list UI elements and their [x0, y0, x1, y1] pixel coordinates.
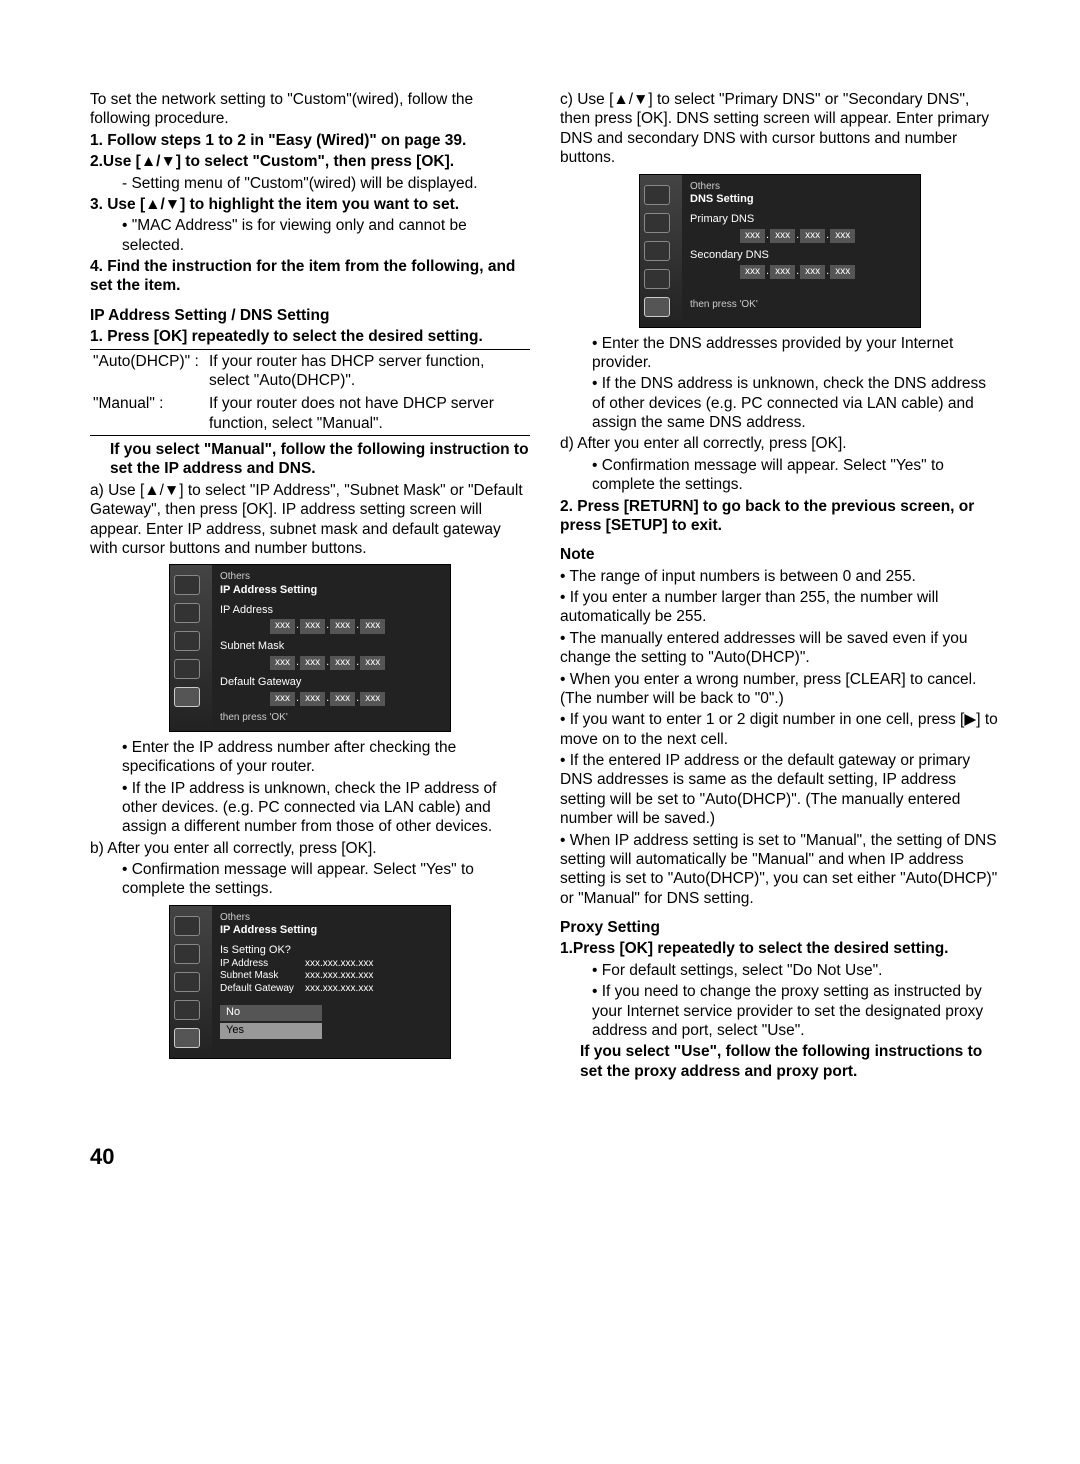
- manual-val: If your router does not have DHCP server…: [206, 392, 530, 435]
- note-item: • If you enter a number larger than 255,…: [560, 588, 1000, 627]
- step-c-bullet-2: • If the DNS address is unknown, check t…: [560, 374, 1000, 432]
- gear-icon: [174, 1028, 200, 1048]
- figure-category: Others: [690, 181, 912, 194]
- figure-title: IP Address Setting: [220, 584, 442, 598]
- sidebar-icon: [644, 213, 670, 233]
- step-a: a) Use [▲/▼] to select "IP Address", "Su…: [90, 481, 530, 559]
- no-option: No: [220, 1005, 322, 1021]
- figure-category: Others: [220, 912, 442, 925]
- note-item: • If you want to enter 1 or 2 digit numb…: [560, 710, 1000, 749]
- figure-ip-address-setting: Others IP Address Setting IP Address xxx…: [169, 564, 451, 732]
- step-b: b) After you enter all correctly, press …: [90, 839, 530, 858]
- proxy-bullet-2: • If you need to change the proxy settin…: [560, 982, 1000, 1040]
- gear-icon: [174, 687, 200, 707]
- sidebar-icon: [644, 185, 670, 205]
- figure-category: Others: [220, 571, 442, 584]
- sidebar-icon: [644, 241, 670, 261]
- sidebar-icon: [174, 972, 200, 992]
- figure-footer: then press 'OK': [690, 299, 912, 312]
- sidebar-icon: [644, 269, 670, 289]
- subnet-mask-field: xxx.xxx.xxx.xxx: [270, 656, 442, 671]
- figure-title: DNS Setting: [690, 193, 912, 207]
- ip-step-1: 1. Press [OK] repeatedly to select the d…: [90, 327, 530, 346]
- sidebar-icon: [174, 916, 200, 936]
- sidebar-icon: [174, 1000, 200, 1020]
- step-a-bullet-2: • If the IP address is unknown, check th…: [90, 779, 530, 837]
- step-b-bullet: • Confirmation message will appear. Sele…: [90, 860, 530, 899]
- sidebar-icon: [174, 659, 200, 679]
- secondary-dns-label: Secondary DNS: [690, 249, 912, 263]
- step-d-bullet: • Confirmation message will appear. Sele…: [560, 456, 1000, 495]
- note-item: • The range of input numbers is between …: [560, 567, 1000, 586]
- primary-dns-field: xxx.xxx.xxx.xxx: [740, 229, 912, 244]
- sidebar-icon: [174, 944, 200, 964]
- step-c: c) Use [▲/▼] to select "Primary DNS" or …: [560, 90, 1000, 168]
- secondary-dns-field: xxx.xxx.xxx.xxx: [740, 265, 912, 280]
- confirm-ip-row: IP Addressxxx.xxx.xxx.xxx: [220, 958, 442, 971]
- step-3: 3. Use [▲/▼] to highlight the item you w…: [90, 195, 530, 214]
- note-item: • When IP address setting is set to "Man…: [560, 831, 1000, 909]
- step-d: d) After you enter all correctly, press …: [560, 434, 1000, 453]
- figure-dns-setting: Others DNS Setting Primary DNS xxx.xxx.x…: [639, 174, 921, 328]
- ip-dns-heading: IP Address Setting / DNS Setting: [90, 306, 530, 325]
- step-2: 2.Use [▲/▼] to select "Custom", then pre…: [90, 152, 530, 171]
- auto-dhcp-val: If your router has DHCP server function,…: [206, 349, 530, 392]
- dhcp-manual-table: "Auto(DHCP)" : If your router has DHCP s…: [90, 349, 530, 437]
- proxy-step-1: 1.Press [OK] repeatedly to select the de…: [560, 939, 1000, 958]
- note-item: • The manually entered addresses will be…: [560, 629, 1000, 668]
- confirm-question: Is Setting OK?: [220, 944, 442, 958]
- note-item: • When you enter a wrong number, press […: [560, 670, 1000, 709]
- step-a-bullet-1: • Enter the IP address number after chec…: [90, 738, 530, 777]
- figure-sidebar: [170, 906, 212, 1058]
- sidebar-icon: [174, 575, 200, 595]
- gear-icon: [644, 297, 670, 317]
- note-item: • If the entered IP address or the defau…: [560, 751, 1000, 829]
- primary-dns-label: Primary DNS: [690, 213, 912, 227]
- ip-address-label: IP Address: [220, 604, 442, 618]
- step-1: 1. Follow steps 1 to 2 in "Easy (Wired)"…: [90, 131, 530, 150]
- figure-sidebar: [170, 565, 212, 731]
- figure-footer: then press 'OK': [220, 712, 442, 725]
- manual-instruction-head: If you select "Manual", follow the follo…: [90, 440, 530, 479]
- proxy-bullet-1: • For default settings, select "Do Not U…: [560, 961, 1000, 980]
- default-gateway-label: Default Gateway: [220, 676, 442, 690]
- manual-key: "Manual" :: [90, 392, 206, 435]
- sidebar-icon: [174, 631, 200, 651]
- step-4: 4. Find the instruction for the item fro…: [90, 257, 530, 296]
- yes-option: Yes: [220, 1023, 322, 1039]
- step-2-note: - Setting menu of "Custom"(wired) will b…: [90, 174, 530, 193]
- table-row: "Manual" : If your router does not have …: [90, 392, 530, 435]
- left-column: To set the network setting to "Custom"(w…: [90, 90, 530, 1083]
- step-c-bullet-1: • Enter the DNS addresses provided by yo…: [560, 334, 1000, 373]
- proxy-heading: Proxy Setting: [560, 918, 1000, 937]
- page-number: 40: [90, 1143, 1080, 1171]
- figure-sidebar: [640, 175, 682, 327]
- auto-dhcp-key: "Auto(DHCP)" :: [90, 349, 206, 392]
- ip-address-field: xxx.xxx.xxx.xxx: [270, 619, 442, 634]
- step-2-return: 2. Press [RETURN] to go back to the prev…: [560, 497, 1000, 536]
- figure-title: IP Address Setting: [220, 924, 442, 938]
- note-heading: Note: [560, 545, 1000, 564]
- figure-confirm-ip: Others IP Address Setting Is Setting OK?…: [169, 905, 451, 1059]
- confirm-gateway-row: Default Gatewayxxx.xxx.xxx.xxx: [220, 983, 442, 996]
- table-row: "Auto(DHCP)" : If your router has DHCP s…: [90, 349, 530, 392]
- subnet-mask-label: Subnet Mask: [220, 640, 442, 654]
- default-gateway-field: xxx.xxx.xxx.xxx: [270, 692, 442, 707]
- right-column: c) Use [▲/▼] to select "Primary DNS" or …: [560, 90, 1000, 1083]
- proxy-use-instruction: If you select "Use", follow the followin…: [560, 1042, 1000, 1081]
- sidebar-icon: [174, 603, 200, 623]
- confirm-subnet-row: Subnet Maskxxx.xxx.xxx.xxx: [220, 970, 442, 983]
- intro-text: To set the network setting to "Custom"(w…: [90, 90, 530, 129]
- step-3-note: • "MAC Address" is for viewing only and …: [90, 216, 530, 255]
